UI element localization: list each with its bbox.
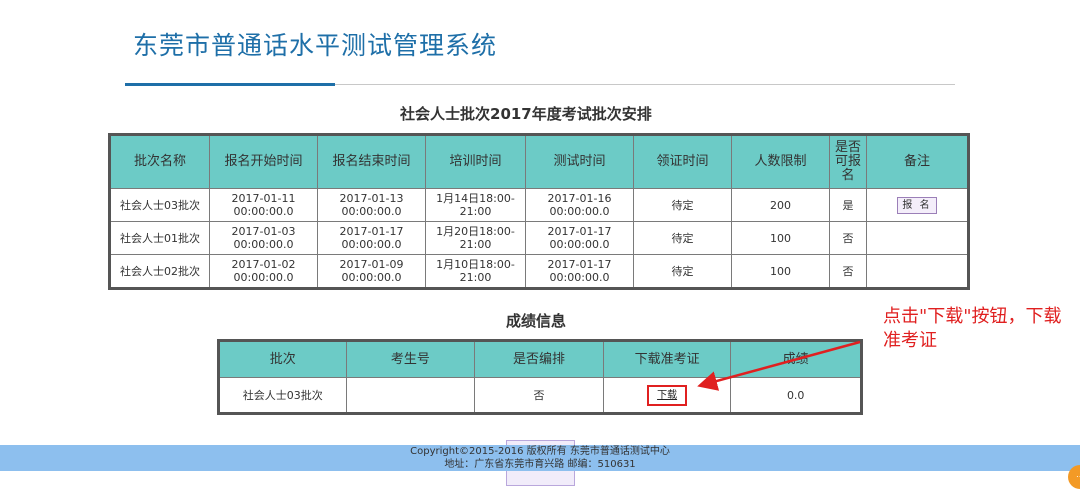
col-header-reg-start: 报名开始时间	[209, 134, 318, 189]
col-header-training: 培训时间	[425, 134, 526, 189]
test-cell: 2017-01-17 00:00:00.0	[525, 254, 634, 289]
cert-cell: 待定	[633, 188, 732, 222]
cert-cell: 待定	[633, 221, 732, 255]
register-button[interactable]: 报 名	[897, 196, 937, 214]
score-info-title: 成绩信息	[506, 312, 567, 330]
limit-cell: 200	[731, 188, 830, 222]
open-cell: 是	[829, 188, 867, 222]
time: 00:00:00.0	[341, 238, 402, 251]
col-header-arranged: 是否编排	[474, 340, 604, 378]
cert-cell: 待定	[633, 254, 732, 289]
reg-start-cell: 2017-01-03 00:00:00.0	[209, 221, 318, 255]
date: 2017-01-11	[231, 192, 296, 205]
col-header-limit: 人数限制	[731, 134, 830, 189]
col-header-remark: 备注	[866, 134, 969, 189]
time: 00:00:00.0	[233, 271, 294, 284]
time: 00:00:00.0	[341, 205, 402, 218]
table-row: 社会人士03批次 否 下载 0.0	[218, 377, 862, 414]
col-header-cert: 领证时间	[633, 134, 732, 189]
remark-cell: 报 名	[866, 188, 969, 222]
table-row: 社会人士01批次 2017-01-03 00:00:00.0 2017-01-17…	[109, 221, 969, 255]
table-row: 社会人士02批次 2017-01-02 00:00:00.0 2017-01-09…	[109, 254, 969, 289]
time: 00:00:00.0	[549, 238, 610, 251]
footer-copyright: Copyright©2015-2016 版权所有 东莞市普通话测试中心	[410, 446, 670, 457]
date: 2017-01-17	[547, 258, 612, 271]
arranged-cell: 否	[474, 377, 604, 414]
open-cell: 否	[829, 254, 867, 289]
col-header-batch-name: 批次名称	[109, 134, 210, 189]
time: 00:00:00.0	[549, 271, 610, 284]
header-accent-line	[125, 83, 335, 86]
col-header-test: 测试时间	[525, 134, 634, 189]
col-header-open: 是否可报名	[829, 134, 867, 189]
time: 00:00:00.0	[341, 271, 402, 284]
test-cell: 2017-01-16 00:00:00.0	[525, 188, 634, 222]
table-header-row: 批次 考生号 是否编排 下载准考证 成绩	[218, 340, 862, 378]
download-admission-ticket-button[interactable]: 下载	[647, 384, 688, 406]
col-header-exam-no: 考生号	[345, 340, 476, 378]
site-title: 东莞市普通话水平测试管理系统	[133, 31, 498, 60]
training-cell: 1月20日18:00-21:00	[425, 221, 526, 255]
remark-cell	[866, 254, 969, 289]
reg-end-cell: 2017-01-17 00:00:00.0	[317, 221, 426, 255]
reg-start-cell: 2017-01-02 00:00:00.0	[209, 254, 318, 289]
batch-cell: 社会人士03批次	[218, 377, 347, 414]
limit-cell: 100	[731, 254, 830, 289]
date: 2017-01-17	[339, 225, 404, 238]
exam-no-cell	[345, 377, 476, 414]
annotation-text: 点击"下载"按钮，下载准考证	[883, 306, 1062, 351]
reg-end-cell: 2017-01-13 00:00:00.0	[317, 188, 426, 222]
download-cell: 下载	[602, 377, 732, 414]
table-row: 社会人士03批次 2017-01-11 00:00:00.0 2017-01-13…	[109, 188, 969, 222]
reg-start-cell: 2017-01-11 00:00:00.0	[209, 188, 318, 222]
date: 2017-01-16	[547, 192, 612, 205]
table-header-row: 批次名称 报名开始时间 报名结束时间 培训时间 测试时间 领证时间 人数限制 是…	[109, 134, 969, 189]
batch-schedule-table: 批次名称 报名开始时间 报名结束时间 培训时间 测试时间 领证时间 人数限制 是…	[108, 133, 970, 290]
reg-end-cell: 2017-01-09 00:00:00.0	[317, 254, 426, 289]
date: 2017-01-13	[339, 192, 404, 205]
remark-cell	[866, 221, 969, 255]
date: 2017-01-03	[231, 225, 296, 238]
footer-address: 地址：广东省东莞市育兴路 邮编：510631	[444, 459, 636, 470]
batch-schedule-title: 社会人士批次2017年度考试批次安排	[400, 105, 652, 123]
footer: Copyright©2015-2016 版权所有 东莞市普通话测试中心 地址：广…	[0, 445, 1080, 471]
date: 2017-01-17	[547, 225, 612, 238]
training-cell: 1月14日18:00-21:00	[425, 188, 526, 222]
open-cell: 否	[829, 221, 867, 255]
score-cell: 0.0	[730, 377, 862, 414]
col-header-batch: 批次	[218, 340, 347, 378]
floating-badge-icon[interactable]: ⋯	[1068, 465, 1080, 489]
training-cell: 1月10日18:00-21:00	[425, 254, 526, 289]
limit-cell: 100	[731, 221, 830, 255]
col-header-score: 成绩	[730, 340, 862, 378]
time: 00:00:00.0	[233, 238, 294, 251]
batch-name-cell: 社会人士01批次	[109, 221, 210, 255]
date: 2017-01-02	[231, 258, 296, 271]
col-header-reg-end: 报名结束时间	[317, 134, 426, 189]
time: 00:00:00.0	[549, 205, 610, 218]
time: 00:00:00.0	[233, 205, 294, 218]
col-header-download: 下载准考证	[602, 340, 732, 378]
batch-name-cell: 社会人士03批次	[109, 188, 210, 222]
batch-name-cell: 社会人士02批次	[109, 254, 210, 289]
test-cell: 2017-01-17 00:00:00.0	[525, 221, 634, 255]
date: 2017-01-09	[339, 258, 404, 271]
score-info-table: 批次 考生号 是否编排 下载准考证 成绩 社会人士03批次 否 下载 0.0	[217, 339, 863, 415]
